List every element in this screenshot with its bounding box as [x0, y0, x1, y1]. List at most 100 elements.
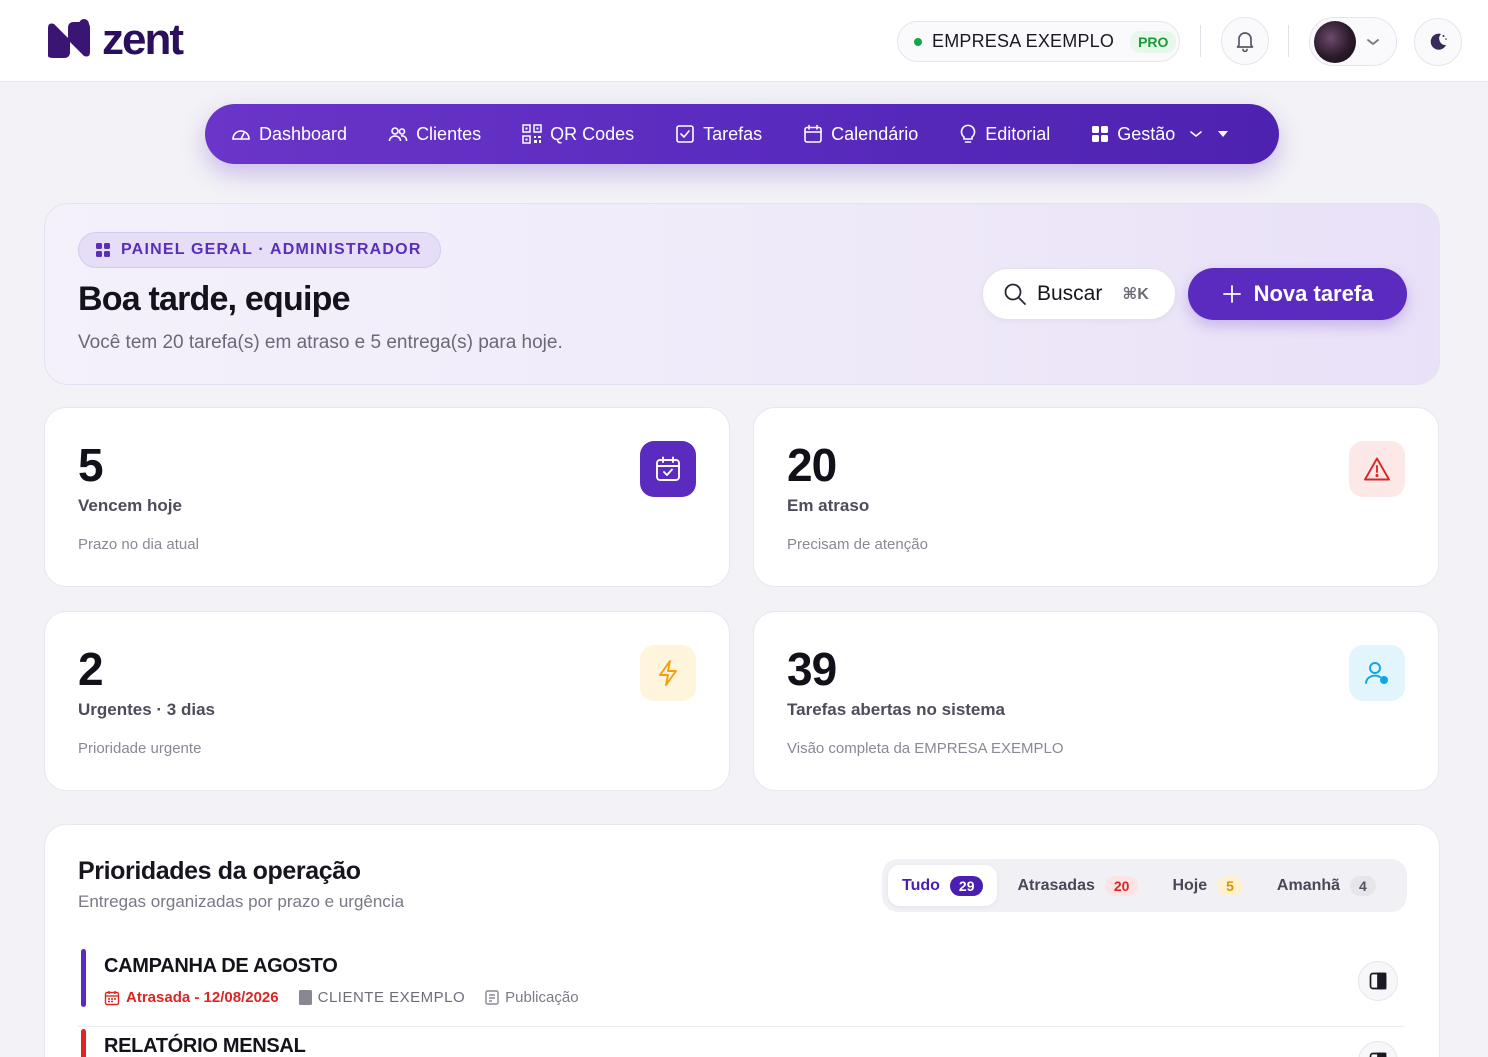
nav-qr-codes[interactable]: QR Codes [522, 114, 634, 154]
task-due-status: Atrasada - 12/08/2026 [104, 989, 279, 1006]
task-row[interactable]: CAMPANHA DE AGOSTO Atrasada - 12/08/2026… [78, 949, 1404, 1029]
grid-icon [1092, 126, 1109, 142]
welcome-hero: PAINEL GERAL · ADMINISTRADOR Boa tarde, … [44, 203, 1440, 385]
moon-icon [1430, 33, 1447, 50]
plus-icon [1222, 285, 1241, 303]
task-row[interactable]: RELATÓRIO MENSAL [78, 1029, 1404, 1057]
role-badge: PAINEL GERAL · ADMINISTRADOR [78, 232, 441, 268]
nav-calendario[interactable]: Calendário [803, 114, 918, 154]
user-menu[interactable] [1309, 17, 1397, 66]
task-accent-bar [81, 1029, 86, 1057]
calendar-check-icon [656, 456, 680, 481]
task-panel-button[interactable] [1358, 1041, 1398, 1057]
side-panel-icon [1369, 972, 1387, 990]
nav-editorial[interactable]: Editorial [959, 114, 1050, 154]
lightbulb-icon [960, 124, 976, 143]
folder-icon [298, 990, 312, 1005]
search-label: Buscar [1037, 282, 1103, 305]
nav-label: Tarefas [703, 123, 763, 144]
gauge-icon [232, 130, 250, 140]
theme-toggle-button[interactable] [1414, 18, 1462, 66]
nav-label: QR Codes [550, 123, 635, 144]
tab-amanha[interactable]: Amanhã 4 [1263, 865, 1390, 906]
stat-label: Urgentes · 3 dias [78, 700, 215, 719]
stat-value: 39 [787, 643, 837, 695]
chevron-down-icon [1190, 131, 1203, 137]
search-shortcut: ⌘K [1122, 286, 1149, 303]
plan-badge: PRO [1130, 30, 1177, 53]
count-badge: 20 [1104, 875, 1139, 896]
stat-description: Visão completa da EMPRESA EXEMPLO [787, 740, 1064, 757]
avatar [1314, 20, 1356, 63]
stat-icon-box [640, 645, 696, 701]
section-subtitle: Entregas organizadas por prazo e urgênci… [78, 892, 405, 911]
count-badge: 4 [1350, 875, 1376, 896]
nav-label: Gestão [1117, 123, 1176, 144]
stat-value: 20 [787, 439, 837, 491]
company-selector[interactable]: EMPRESA EXEMPLO PRO [897, 21, 1180, 62]
brand-logo[interactable]: zent [44, 15, 184, 64]
nav-gestao[interactable]: Gestão [1091, 114, 1229, 154]
priority-filter-tabs: Tudo 29 Atrasadas 20 Hoje 5 Amanhã 4 [882, 859, 1407, 912]
count-badge: 5 [1217, 875, 1243, 896]
task-client-label: CLIENTE EXEMPLO [317, 989, 466, 1006]
tab-tudo[interactable]: Tudo 29 [888, 865, 998, 906]
user-status-icon [1365, 662, 1388, 684]
priorities-panel: Prioridades da operação Entregas organiz… [44, 824, 1440, 1057]
tab-label: Atrasadas [1017, 876, 1095, 894]
stat-label: Vencem hoje [78, 496, 182, 515]
nav-tarefas[interactable]: Tarefas [675, 114, 762, 154]
caret-down-icon [1218, 131, 1229, 137]
stat-description: Prazo no dia atual [78, 536, 199, 553]
grid-icon [96, 243, 110, 257]
task-due-label: Atrasada - 12/08/2026 [126, 989, 279, 1006]
count-badge: 29 [949, 875, 984, 896]
company-name: EMPRESA EXEMPLO [932, 31, 1115, 51]
stat-description: Prioridade urgente [78, 740, 202, 757]
users-icon [388, 127, 408, 142]
stat-card-overdue[interactable]: 20 Em atraso Precisam de atenção [753, 407, 1439, 587]
notifications-button[interactable] [1221, 17, 1269, 65]
task-client: CLIENTE EXEMPLO [298, 989, 466, 1006]
stat-description: Precisam de atenção [787, 536, 928, 553]
new-task-label: Nova tarefa [1253, 281, 1374, 306]
nav-label: Dashboard [259, 123, 348, 144]
calendar-icon [804, 124, 822, 143]
chevron-down-icon [1367, 38, 1379, 45]
stat-card-open-tasks[interactable]: 39 Tarefas abertas no sistema Visão comp… [753, 611, 1439, 791]
warning-icon [1364, 457, 1390, 481]
tab-hoje[interactable]: Hoje 5 [1158, 865, 1256, 906]
task-title: CAMPANHA DE AGOSTO [104, 955, 338, 977]
nav-label: Editorial [985, 123, 1051, 144]
nav-dashboard[interactable]: Dashboard [231, 114, 347, 154]
task-type-label: Publicação [505, 989, 579, 1006]
nav-clientes[interactable]: Clientes [388, 114, 481, 154]
stat-label: Tarefas abertas no sistema [787, 700, 1005, 719]
stat-card-due-today[interactable]: 5 Vencem hoje Prazo no dia atual [44, 407, 730, 587]
tab-label: Hoje [1172, 876, 1208, 894]
calendar-icon [104, 990, 120, 1005]
task-meta: Atrasada - 12/08/2026 CLIENTE EXEMPLO Pu… [104, 989, 579, 1006]
qr-code-icon [522, 124, 542, 144]
search-icon [1004, 283, 1026, 305]
main-nav: Dashboard Clientes QR Codes Tarefas Cale… [205, 104, 1279, 164]
stat-icon-box [1349, 441, 1405, 497]
nav-label: Calendário [831, 123, 919, 144]
lightning-icon [659, 660, 677, 686]
role-badge-label: PAINEL GERAL · ADMINISTRADOR [121, 241, 422, 258]
task-type: Publicação [485, 989, 579, 1006]
header-divider [1288, 25, 1289, 57]
search-button[interactable]: Buscar ⌘K [982, 268, 1176, 320]
nav-label: Clientes [416, 123, 482, 144]
page-subtitle: Você tem 20 tarefa(s) em atraso e 5 entr… [78, 332, 563, 353]
tab-label: Tudo [902, 876, 940, 894]
new-task-button[interactable]: Nova tarefa [1188, 268, 1407, 320]
task-accent-bar [81, 949, 86, 1007]
task-panel-button[interactable] [1358, 961, 1398, 1001]
status-dot [914, 37, 922, 46]
stat-card-urgent[interactable]: 2 Urgentes · 3 dias Prioridade urgente [44, 611, 730, 791]
brand-name: zent [102, 15, 184, 64]
tab-atrasadas[interactable]: Atrasadas 20 [1003, 865, 1152, 906]
top-bar: zent EMPRESA EXEMPLO PRO [0, 0, 1488, 82]
section-title: Prioridades da operação [78, 857, 361, 885]
